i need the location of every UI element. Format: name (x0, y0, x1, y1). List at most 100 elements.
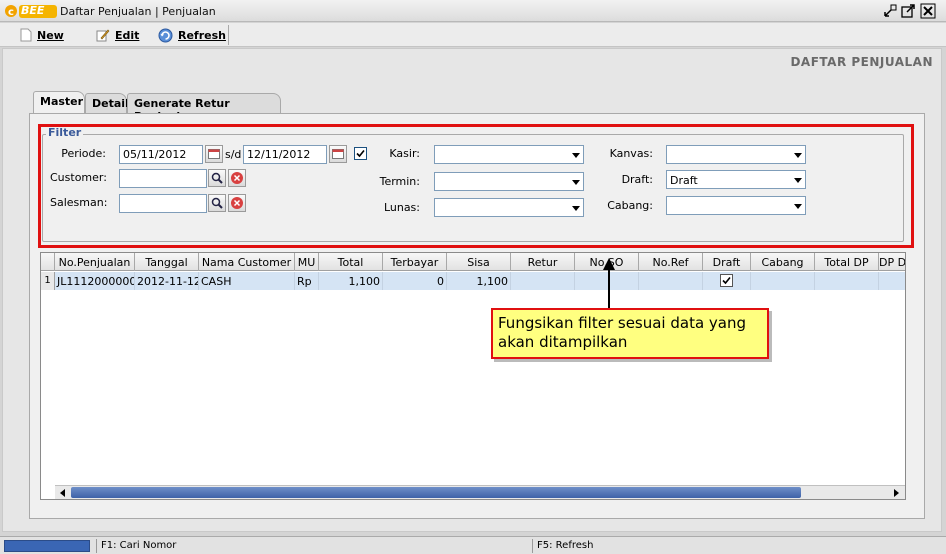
title-bar: c BEE Daftar Penjualan | Penjualan (0, 0, 946, 22)
new-document-icon (20, 28, 32, 42)
tab-master[interactable]: Master (33, 91, 85, 113)
salesman-input[interactable] (119, 194, 207, 213)
column-header-no-penjualan[interactable]: No.Penjualan (55, 253, 135, 271)
new-button[interactable]: New (20, 26, 64, 44)
refresh-icon (158, 28, 173, 42)
chevron-down-icon (794, 178, 802, 183)
clear-icon (231, 197, 243, 209)
periode-to-input[interactable]: 12/11/2012 (243, 145, 327, 164)
periode-to-calendar-button[interactable] (329, 145, 347, 163)
toolbar: New Edit Refresh (0, 23, 946, 47)
cell-tanggal: 2012-11-12 (135, 272, 199, 290)
chevron-down-icon (572, 180, 580, 185)
lunas-select[interactable] (434, 198, 584, 217)
edit-pencil-icon (96, 29, 110, 42)
status-f1-hint: F1: Cari Nomor (96, 539, 532, 553)
column-header-retur[interactable]: Retur (511, 253, 575, 271)
chevron-down-icon (572, 153, 580, 158)
status-f5-hint: F5: Refresh (532, 539, 942, 553)
callout-annotation: Fungsikan filter sesuai data yang akan d… (491, 308, 769, 359)
calendar-icon (332, 149, 344, 159)
row-number: 1 (41, 272, 55, 290)
edit-button-label: Edit (115, 28, 140, 42)
kanvas-select[interactable] (666, 145, 806, 164)
salesman-search-button[interactable] (208, 194, 226, 212)
cell-no-so (575, 272, 639, 290)
chevron-down-icon (572, 206, 580, 211)
page-title: DAFTAR PENJUALAN (790, 55, 933, 69)
search-icon (211, 197, 223, 209)
edit-button[interactable]: Edit (96, 26, 139, 44)
periode-from-input[interactable]: 05/11/2012 (119, 145, 203, 164)
kasir-select[interactable] (434, 145, 584, 164)
customer-clear-button[interactable] (228, 169, 246, 187)
column-header-draft[interactable]: Draft (703, 253, 751, 271)
column-header-cabang[interactable]: Cabang (751, 253, 815, 271)
column-header-total[interactable]: Total (319, 253, 383, 271)
tab-generate-retur-penjualan[interactable]: Generate Retur Penjualan (127, 93, 281, 123)
termin-label: Termin: (379, 175, 420, 188)
periode-label: Periode: (61, 147, 106, 160)
periode-from-calendar-button[interactable] (205, 145, 223, 163)
refresh-button[interactable]: Refresh (158, 26, 226, 44)
refresh-button-label: Refresh (178, 28, 226, 42)
cell-total-dp (815, 272, 879, 290)
cabang-select[interactable] (666, 196, 806, 215)
status-bar: F1: Cari Nomor F5: Refresh (0, 536, 946, 554)
horizontal-scrollbar[interactable] (55, 485, 905, 499)
column-header-terbayar[interactable]: Terbayar (383, 253, 447, 271)
cell-terbayar: 0 (383, 272, 447, 290)
window-title: Daftar Penjualan | Penjualan (60, 5, 216, 18)
column-header-sisa[interactable]: Sisa (447, 253, 511, 271)
callout-pointer (608, 266, 610, 308)
column-header-total-dp[interactable]: Total DP (815, 253, 879, 271)
column-header-dp-d[interactable]: DP D (879, 253, 905, 271)
scroll-left-icon[interactable] (56, 486, 70, 499)
checkmark-icon (356, 149, 365, 158)
customer-input[interactable] (119, 169, 207, 188)
arrow-up-icon (603, 258, 615, 270)
search-icon (211, 172, 223, 184)
column-header-nama-customer[interactable]: Nama Customer (199, 253, 295, 271)
kasir-label: Kasir: (389, 147, 420, 160)
minimize-icon[interactable] (882, 3, 898, 19)
cell-mu: Rp (295, 272, 319, 290)
cell-no-ref (639, 272, 703, 290)
table-header: No.Penjualan Tanggal Nama Customer MU To… (41, 253, 905, 271)
draft-label: Draft: (621, 173, 653, 186)
draft-checkbox[interactable] (720, 274, 733, 287)
calendar-icon (208, 149, 220, 159)
column-header-no-ref[interactable]: No.Ref (639, 253, 703, 271)
salesman-label: Salesman: (50, 196, 108, 209)
scroll-right-icon[interactable] (889, 486, 903, 499)
draft-select[interactable]: Draft (666, 170, 806, 189)
column-header-tanggal[interactable]: Tanggal (135, 253, 199, 271)
maximize-icon[interactable] (900, 3, 916, 19)
cell-nama-customer: CASH (199, 272, 295, 290)
termin-select[interactable] (434, 172, 584, 191)
cell-draft (703, 272, 751, 290)
close-icon[interactable] (920, 3, 936, 19)
periode-separator: s/d (225, 148, 242, 161)
chevron-down-icon (794, 153, 802, 158)
periode-checkbox[interactable] (354, 147, 367, 160)
new-button-label: New (37, 28, 64, 42)
checkmark-icon (722, 276, 731, 285)
cell-sisa: 1,100 (447, 272, 511, 290)
clear-icon (231, 172, 243, 184)
chevron-down-icon (794, 204, 802, 209)
scrollbar-thumb[interactable] (71, 487, 801, 498)
cell-no-penjualan: JL11120000004 (55, 272, 135, 290)
sales-table: No.Penjualan Tanggal Nama Customer MU To… (40, 252, 906, 500)
status-progress (4, 540, 90, 552)
column-header-mu[interactable]: MU (295, 253, 319, 271)
salesman-clear-button[interactable] (228, 194, 246, 212)
tab-detail[interactable]: Detail (85, 93, 129, 113)
draft-select-value: Draft (670, 174, 698, 187)
table-row[interactable]: JL11120000004 2012-11-12 CASH Rp 1,100 0… (55, 272, 905, 290)
logo-text: BEE (21, 4, 45, 17)
cell-cabang (751, 272, 815, 290)
filter-legend: Filter (46, 126, 84, 139)
customer-search-button[interactable] (208, 169, 226, 187)
row-number-header (41, 253, 55, 271)
